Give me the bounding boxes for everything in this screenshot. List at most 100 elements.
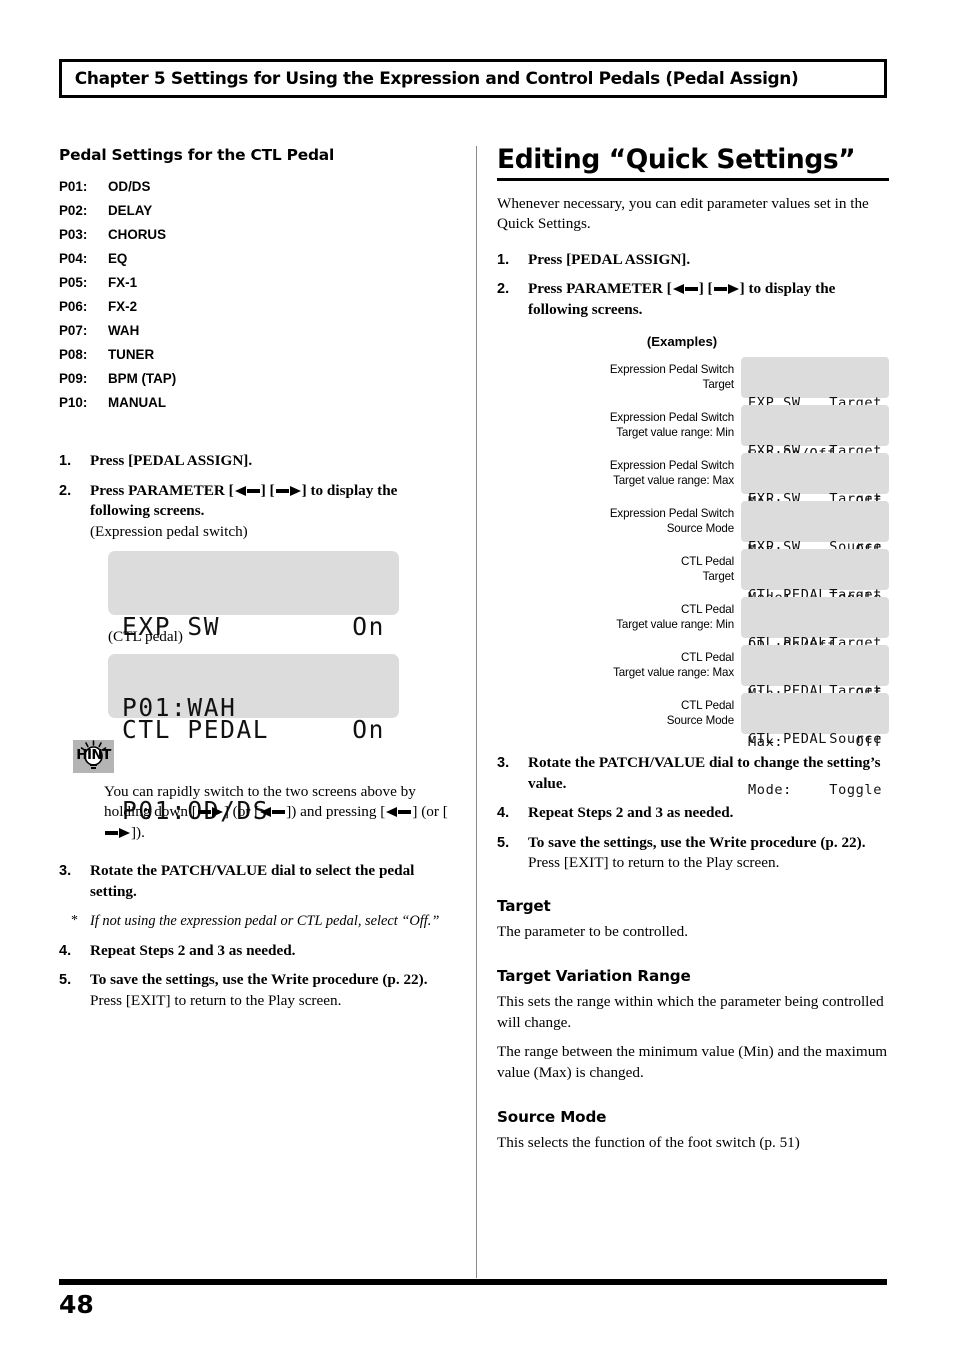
step-number: 5.	[59, 972, 72, 988]
section-heading-target-variation-range: Target Variation Range	[497, 967, 691, 986]
lcd-example: EXP SW Target Max: Off	[741, 453, 889, 558]
section-body-source-mode: This selects the function of the foot sw…	[497, 1134, 800, 1152]
pedal-name: TUNER	[108, 347, 155, 362]
footnote-marker: *	[71, 913, 78, 928]
step-text-part: ] [	[698, 280, 713, 298]
table-row: Expression Pedal Switch Target value ran…	[497, 405, 889, 510]
lcd-exp-switch: EXP SW On P01:WAH	[108, 551, 399, 721]
hint-text-part: ] (or [	[223, 803, 260, 820]
table-row: CTL Pedal Target value range: Max CTL PE…	[497, 645, 889, 750]
lcd-example: CTL PEDAL Target OD :On/Off	[741, 549, 889, 654]
pedal-code: P08:	[59, 347, 88, 362]
lcd-line1-left: CTL PEDAL	[122, 714, 270, 744]
step-4: 4. Repeat Steps 2 and 3 as needed.	[59, 941, 459, 962]
step-number: 5.	[497, 834, 510, 851]
pedal-name: CHORUS	[108, 227, 167, 242]
pedal-name: OD/DS	[108, 179, 151, 194]
pedal-code: P03:	[59, 227, 88, 242]
list-item: P01: OD/DS	[59, 175, 459, 199]
table-row: Expression Pedal Switch Target EXP SW Ta…	[497, 357, 889, 462]
step-text-part: Press PARAMETER [	[90, 481, 234, 499]
lcd-example: CTL PEDAL Source Mode: Toggle	[741, 693, 889, 798]
step-subtext: Press [EXIT] to return to the Play scree…	[90, 991, 342, 1009]
pedal-code: P05:	[59, 275, 88, 290]
lcd-example: EXP SW Target wah:On/Off	[741, 357, 889, 462]
list-item: P09: BPM (TAP)	[59, 367, 459, 391]
step-number: 2.	[497, 281, 510, 298]
example-label: CTL Pedal Target	[681, 555, 734, 583]
section-heading-source-mode: Source Mode	[497, 1108, 607, 1127]
list-item: P07: WAH	[59, 319, 459, 343]
table-row: Expression Pedal Switch Source Mode EXP …	[497, 501, 889, 606]
step-2: 2. Press PARAMETER [] [] to display the …	[59, 481, 459, 543]
section-body-range-2: The range between the minimum value (Min…	[497, 1043, 888, 1081]
step-3: 3. Rotate the PATCH/VALUE dial to change…	[497, 753, 889, 794]
list-item: P10: MANUAL	[59, 391, 459, 415]
lcd-example: CTL PEDAL Target Min: Off	[741, 597, 889, 702]
step-number: 3.	[497, 755, 510, 772]
step-text: To save the settings, use the Write proc…	[90, 970, 428, 1011]
pedal-name: DELAY	[108, 203, 153, 218]
exp-pedal-switch-caption: (Expression pedal switch)	[90, 522, 248, 540]
pedal-code: P09:	[59, 371, 88, 386]
example-label: Expression Pedal Switch Source Mode	[609, 507, 734, 535]
lcd-line1-right: Source	[829, 731, 882, 748]
step-text: Press [PEDAL ASSIGN].	[528, 250, 691, 268]
section-body-range-1: This sets the range within which the par…	[497, 993, 884, 1031]
page-title: Editing “Quick Settings”	[497, 146, 889, 181]
lcd-line1-left: CTL PEDAL	[748, 731, 828, 748]
example-label: Expression Pedal Switch Target value ran…	[609, 459, 734, 487]
step-text: Rotate the PATCH/VALUE dial to change th…	[528, 754, 881, 792]
step-number: 4.	[59, 942, 72, 959]
arrow-left-icon	[260, 807, 286, 817]
arrow-left-icon	[234, 485, 260, 496]
table-row: Expression Pedal Switch Target value ran…	[497, 453, 889, 558]
arrow-left-icon	[386, 807, 412, 817]
step-number: 1.	[497, 251, 510, 268]
pedal-name: EQ	[108, 251, 128, 266]
lcd-example: EXP SW Target Min: Off	[741, 405, 889, 510]
step-text: To save the settings, use the Write proc…	[528, 833, 866, 874]
pedal-name: MANUAL	[108, 395, 167, 410]
step-text-part: To save the settings, use the Write proc…	[528, 833, 866, 851]
step-text: Press [PEDAL ASSIGN].	[90, 452, 253, 469]
manual-page: Chapter 5 Settings for Using the Express…	[0, 0, 954, 1351]
pedal-code: P02:	[59, 203, 88, 218]
step-text-part: Press PARAMETER [	[528, 280, 672, 298]
pedal-name: BPM (TAP)	[108, 371, 177, 386]
lcd-line1-right: On	[352, 714, 385, 744]
intro-paragraph: Whenever necessary, you can edit paramet…	[497, 194, 869, 233]
list-item: P02: DELAY	[59, 199, 459, 223]
example-label: CTL Pedal Target value range: Min	[616, 603, 734, 631]
pedal-name: FX-1	[108, 275, 138, 290]
step-subtext: Press [EXIT] to return to the Play scree…	[528, 854, 780, 872]
table-row: CTL Pedal Source Mode CTL PEDAL Source M…	[497, 693, 889, 798]
step-1: 1. Press [PEDAL ASSIGN].	[59, 451, 459, 472]
arrow-right-icon	[713, 284, 739, 295]
hint-text-part: ] (or [	[412, 803, 448, 820]
arrow-right-icon	[197, 807, 223, 817]
list-item: P06: FX-2	[59, 295, 459, 319]
lcd-line1-right: On	[352, 612, 385, 641]
list-item: P08: TUNER	[59, 343, 459, 367]
example-label: Expression Pedal Switch Target value ran…	[609, 411, 734, 439]
step-text: Repeat Steps 2 and 3 as needed.	[528, 804, 734, 822]
step-1: 1. Press [PEDAL ASSIGN].	[497, 250, 889, 271]
footnote: * If not using the expression pedal or C…	[59, 911, 459, 932]
list-item: P04: EQ	[59, 247, 459, 271]
step-text: Repeat Steps 2 and 3 as needed.	[90, 941, 296, 959]
right-column: Editing “Quick Settings” Whenever necess…	[497, 146, 889, 1163]
left-heading: Pedal Settings for the CTL Pedal	[59, 146, 335, 164]
page-number: 48	[59, 1290, 94, 1319]
step-text: Rotate the PATCH/VALUE dial to select th…	[90, 862, 415, 900]
step-text-part: To save the settings, use the Write proc…	[90, 971, 428, 988]
lcd-example: EXP SW Source Mode: Toggle	[741, 501, 889, 606]
footnote-text: If not using the expression pedal or CTL…	[90, 913, 440, 929]
list-item: P03: CHORUS	[59, 223, 459, 247]
hint-text-part: ]).	[131, 823, 145, 841]
step-number: 1.	[59, 453, 72, 469]
chapter-banner: Chapter 5 Settings for Using the Express…	[59, 59, 887, 98]
example-label: Expression Pedal Switch Target	[609, 363, 734, 391]
step-text: Press PARAMETER [] [] to display the fol…	[528, 279, 889, 320]
pedal-name: WAH	[108, 323, 140, 338]
